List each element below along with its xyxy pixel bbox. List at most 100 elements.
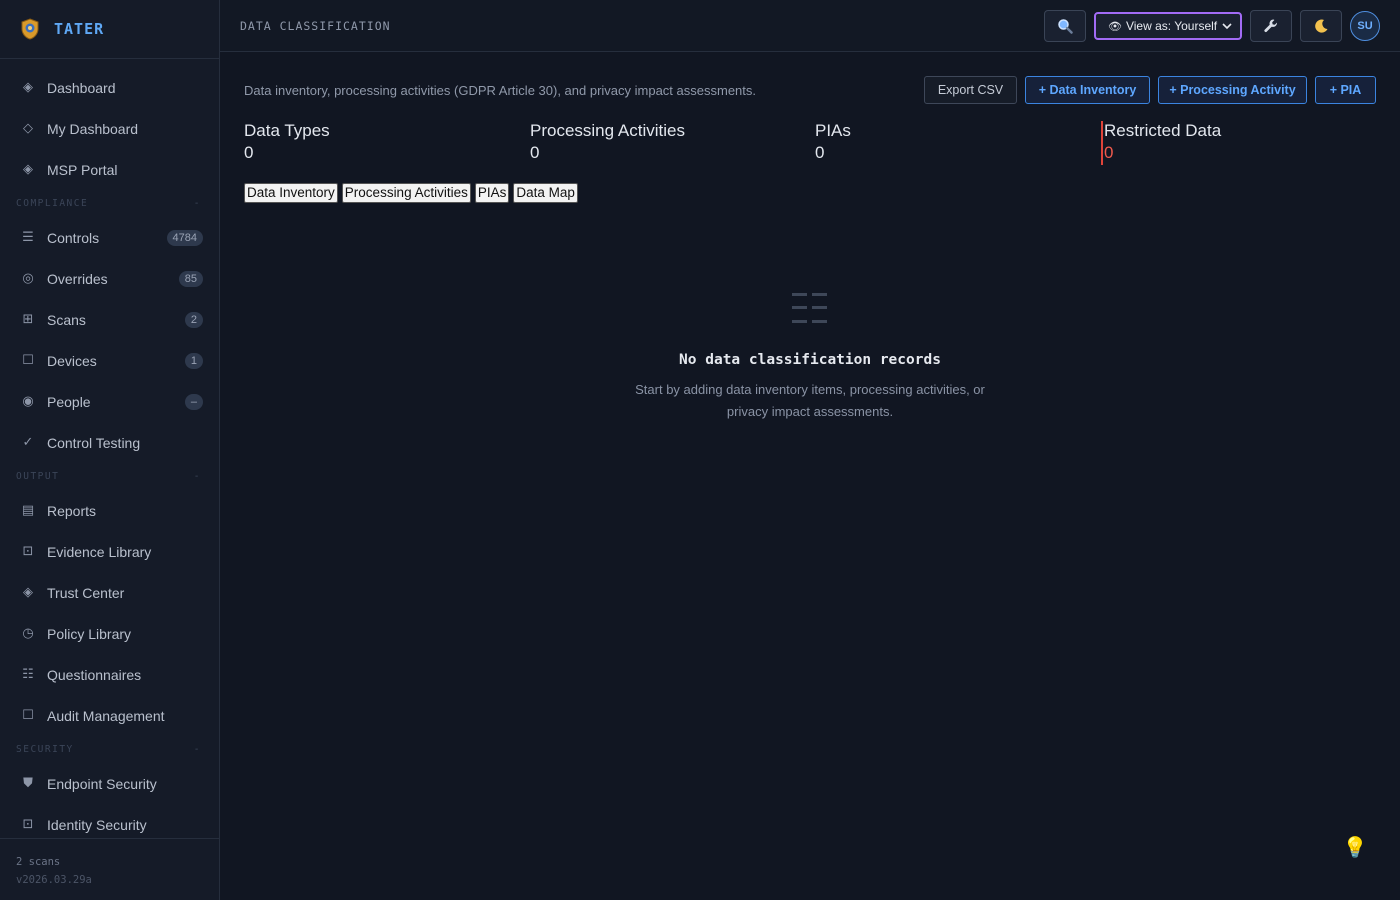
sidebar-item-trust-center[interactable]: ◈ Trust Center (0, 572, 219, 613)
diamond-icon: ◈ (23, 585, 33, 600)
sidebar-item-msp-portal[interactable]: ◈ MSP Portal (0, 149, 219, 190)
wrench-icon (1264, 19, 1278, 33)
sidebar-item-evidence-library[interactable]: ⊡ Evidence Library (0, 531, 219, 572)
sidebar-footer: 2 scans v2026.03.29a (0, 838, 219, 900)
empty-state-description: Start by adding data inventory items, pr… (600, 379, 1020, 423)
section-header-compliance[interactable]: COMPLIANCE - (0, 190, 219, 217)
version-label: v2026.03.29a (16, 874, 92, 886)
sidebar-item-label: Endpoint Security (47, 775, 157, 792)
stat-label: PIAs (815, 121, 851, 140)
collapse-icon[interactable]: - (194, 198, 201, 209)
collapse-icon[interactable]: - (194, 471, 201, 482)
sidebar-item-label: Control Testing (47, 434, 141, 451)
tab-data-inventory[interactable]: Data Inventory (244, 183, 338, 203)
sidebar-item-dashboard[interactable]: ◈ Dashboard (0, 67, 219, 108)
count-badge: – (184, 393, 203, 410)
identity-icon: ⊡ (22, 817, 34, 832)
sidebar-item-label: Evidence Library (47, 543, 152, 560)
diamond-icon: ◈ (23, 80, 33, 95)
stat-pias: PIAs 0 (815, 121, 851, 165)
section-header-output[interactable]: OUTPUT - (0, 463, 219, 490)
lightbulb-icon: 💡 (1342, 836, 1368, 859)
moon-icon (1315, 19, 1328, 33)
stat-value: 0 (244, 143, 254, 162)
target-icon: ◎ (22, 271, 34, 286)
sidebar-item-label: My Dashboard (47, 120, 139, 137)
empty-state-line: privacy impact assessments. (726, 404, 894, 419)
audit-icon: ☐ (22, 708, 34, 723)
checklist-icon: ☷ (22, 667, 34, 682)
page-description: Data inventory, processing activities (G… (244, 83, 757, 98)
search-button[interactable] (1044, 10, 1086, 42)
empty-state-title: No data classification records (679, 352, 941, 368)
count-badge: 1 (184, 352, 203, 369)
sidebar-item-audit-management[interactable]: ☐ Audit Management (0, 695, 219, 736)
add-data-inventory-button[interactable]: + Data Inventory (1025, 76, 1150, 104)
sidebar-item-devices[interactable]: ☐ Devices 1 (0, 340, 219, 381)
tools-button[interactable] (1250, 10, 1292, 42)
eye-icon: 👁 (1108, 20, 1122, 33)
stat-label: Data Types (244, 121, 330, 140)
scan-count: 2 scans (16, 856, 61, 868)
sidebar-item-questionnaires[interactable]: ☷ Questionnaires (0, 654, 219, 695)
view-as-select[interactable]: 👁 View as: Yourself (1094, 12, 1242, 40)
count-badge: 85 (178, 270, 203, 287)
sidebar-item-controls[interactable]: ☰ Controls 4784 (0, 217, 219, 258)
sidebar-item-label: Overrides (47, 270, 108, 287)
check-icon: ✓ (22, 435, 34, 450)
avatar[interactable]: SU (1350, 11, 1380, 41)
sidebar-item-label: Controls (47, 229, 100, 246)
chevron-down-icon (1222, 19, 1232, 36)
section-header-security[interactable]: SECURITY - (0, 736, 219, 763)
tab-bar: Data Inventory Processing Activities PIA… (244, 183, 582, 203)
count-badge: 2 (184, 311, 203, 328)
brand-name: TATER (54, 20, 105, 38)
section-title: COMPLIANCE (16, 198, 89, 209)
page-title: DATA CLASSIFICATION (240, 19, 391, 33)
diamond-outline-icon: ◇ (23, 121, 33, 136)
brand[interactable]: TATER (0, 0, 219, 59)
stat-value: 0 (530, 143, 540, 162)
main-content: Data inventory, processing activities (G… (220, 52, 1400, 900)
export-csv-button[interactable]: Export CSV (924, 76, 1017, 104)
add-pia-button[interactable]: + PIA (1315, 76, 1376, 104)
sidebar-item-label: Audit Management (47, 707, 165, 724)
sidebar-item-label: Trust Center (47, 584, 125, 601)
sidebar-nav: ◈ Dashboard ◇ My Dashboard ◈ MSP Portal … (0, 67, 219, 845)
tab-pias[interactable]: PIAs (474, 183, 510, 203)
sidebar-item-label: MSP Portal (47, 161, 118, 178)
tater-logo-icon (21, 18, 39, 40)
sidebar-item-reports[interactable]: ▤ Reports (0, 490, 219, 531)
collapse-icon[interactable]: - (194, 744, 201, 755)
stat-processing-activities: Processing Activities 0 (530, 121, 685, 165)
shield-icon: ⛊ (23, 776, 33, 791)
sidebar-item-label: Policy Library (47, 625, 132, 642)
sidebar-item-overrides[interactable]: ◎ Overrides 85 (0, 258, 219, 299)
device-icon: ☐ (22, 353, 34, 368)
empty-state: No data classification records Start by … (600, 290, 1020, 423)
clock-icon: ◷ (22, 626, 34, 641)
stat-label: Processing Activities (530, 121, 685, 140)
topbar: DATA CLASSIFICATION 👁 View as: Yourself … (220, 0, 1400, 52)
person-icon: ◉ (22, 394, 34, 409)
sidebar: TATER ◈ Dashboard ◇ My Dashboard ◈ MSP P… (0, 0, 220, 900)
sidebar-item-label: Scans (47, 311, 86, 328)
theme-toggle-button[interactable] (1300, 10, 1342, 42)
sidebar-item-my-dashboard[interactable]: ◇ My Dashboard (0, 108, 219, 149)
add-processing-activity-button[interactable]: + Processing Activity (1158, 76, 1307, 104)
tips-button[interactable]: 💡 (1340, 832, 1370, 862)
sidebar-item-label: Reports (47, 502, 97, 519)
sidebar-item-scans[interactable]: ⊞ Scans 2 (0, 299, 219, 340)
list-icon: ☰ (22, 230, 34, 245)
stat-value: 0 (1104, 143, 1114, 162)
sidebar-item-label: Questionnaires (47, 666, 142, 683)
sidebar-item-people[interactable]: ◉ People – (0, 381, 219, 422)
count-badge: 4784 (166, 229, 203, 246)
evidence-icon: ⊡ (22, 544, 34, 559)
sidebar-item-endpoint-security[interactable]: ⛊ Endpoint Security (0, 763, 219, 804)
sidebar-item-label: Identity Security (47, 816, 147, 833)
sidebar-item-policy-library[interactable]: ◷ Policy Library (0, 613, 219, 654)
tab-processing-activities[interactable]: Processing Activities (341, 183, 471, 203)
tab-data-map[interactable]: Data Map (513, 183, 578, 203)
sidebar-item-control-testing[interactable]: ✓ Control Testing (0, 422, 219, 463)
